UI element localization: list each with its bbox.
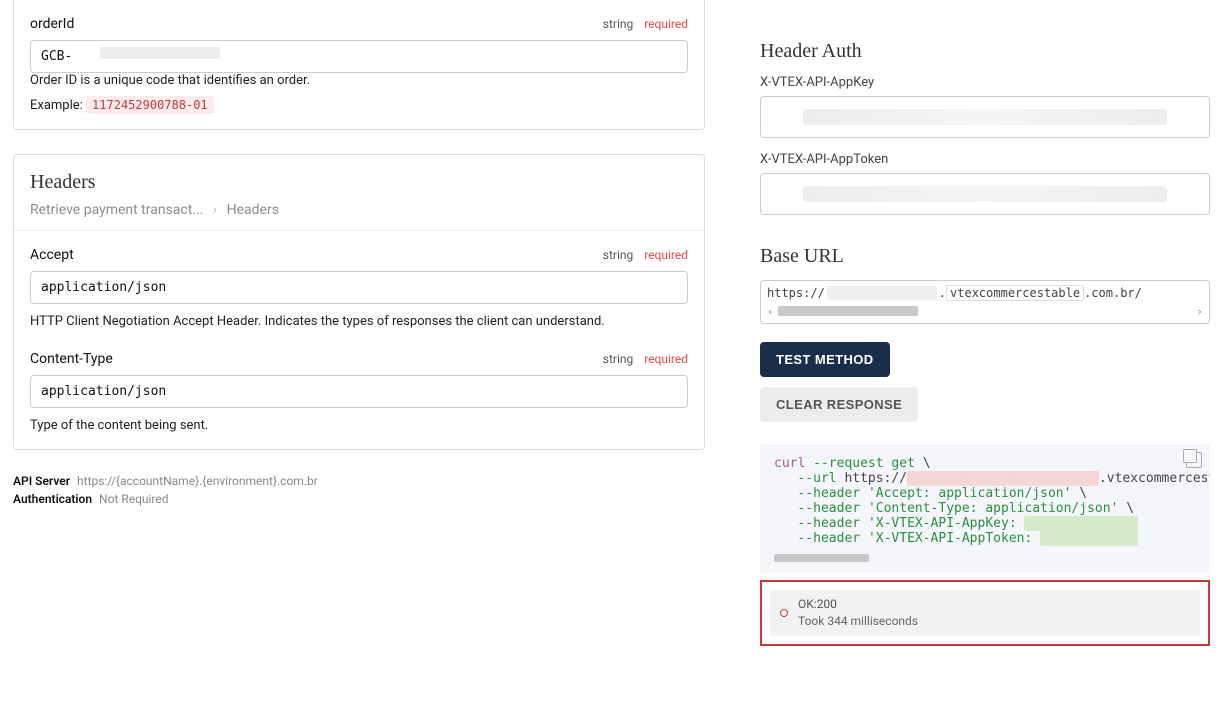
curl-apptoken-redacted: xxxxxxxxxxxx [1040, 531, 1138, 546]
curl-code-block: curl --request get \ --url https://xxxxx… [760, 444, 1210, 574]
api-server-label: API Server [13, 474, 70, 488]
url-account-redacted [827, 286, 937, 300]
param-meta: string required [603, 17, 688, 31]
accept-description: HTTP Client Negotiation Accept Header. I… [30, 314, 688, 329]
example-code: 1172452900788-01 [86, 96, 214, 114]
test-method-button[interactable]: TEST METHOD [760, 342, 890, 377]
example-label: Example: [30, 98, 83, 113]
curl-h-apptoken: 'X-VTEX-API-AppToken: [868, 531, 1032, 546]
auth-label: Authentication [13, 492, 92, 506]
breadcrumb-parent[interactable]: Retrieve payment transact... [30, 202, 203, 218]
curl-h-ctype: 'Content-Type: application/json' [868, 501, 1118, 516]
contenttype-input[interactable] [30, 375, 688, 408]
curl-flag-h1: --header [797, 486, 860, 501]
base-url-box[interactable]: https:// . vtexcommercestable .com.br/ ‹… [760, 280, 1210, 324]
curl-flag-request: --request [813, 456, 883, 471]
redacted-value [100, 47, 220, 59]
curl-url-prefix: https:// [844, 471, 907, 486]
url-env: vtexcommercestable [946, 285, 1084, 301]
curl-url-redacted: xxxxxxxxxxxxxxxxxxxxxxxx [907, 471, 1099, 486]
appkey-input[interactable] [760, 96, 1210, 138]
auth-value: Not Required [99, 492, 169, 506]
scroll-left-icon[interactable]: ‹ [767, 305, 774, 318]
breadcrumb-separator: › [213, 202, 217, 218]
curl-h-appkey: 'X-VTEX-API-AppKey: [868, 516, 1017, 531]
url-tld: .com.br/ [1084, 286, 1142, 300]
curl-flag-h3: --header [797, 516, 860, 531]
apptoken-input[interactable] [760, 173, 1210, 215]
header-auth-section: Header Auth X-VTEX-API-AppKey X-VTEX-API… [760, 0, 1210, 245]
url-scheme: https:// [767, 286, 825, 300]
scroll-thumb[interactable] [778, 306, 918, 316]
headers-title: Headers [30, 171, 688, 194]
response-status: OK:200 [798, 596, 918, 613]
response-highlight-box: OK:200 Took 344 milliseconds [760, 580, 1210, 646]
breadcrumb-current: Headers [227, 202, 279, 218]
response-row: OK:200 Took 344 milliseconds [770, 590, 1200, 636]
param-name: orderId [30, 16, 74, 32]
status-dot-icon [780, 609, 788, 617]
accept-required: required [644, 248, 688, 262]
auth-line: Authentication Not Required [13, 492, 705, 506]
contenttype-required: required [644, 352, 688, 366]
code-scroll-thumb[interactable] [774, 554, 869, 562]
base-url-title: Base URL [760, 245, 1210, 268]
accept-type: string [603, 248, 633, 262]
param-required-badge: required [644, 17, 688, 31]
scroll-right-icon[interactable]: › [1196, 305, 1203, 318]
accept-meta: string required [603, 248, 688, 262]
curl-h-accept: 'Accept: application/json' [868, 486, 1072, 501]
curl-flag-h4: --header [797, 531, 860, 546]
curl-cmd: curl [774, 456, 805, 471]
url-dot: . [939, 286, 946, 300]
param-description: Order ID is a unique code that identifie… [30, 73, 688, 88]
redacted-appkey [803, 109, 1167, 125]
api-server-line: API Server https://{accountName}.{enviro… [13, 474, 705, 488]
apptoken-label: X-VTEX-API-AppToken [760, 152, 1210, 167]
curl-flag-url: --url [797, 471, 836, 486]
curl-method: get [891, 456, 914, 471]
accept-name: Accept [30, 247, 74, 263]
curl-appkey-redacted: xxxxxxxxxxxxxx [1024, 516, 1138, 531]
curl-url-suffix: .vtexcommercesta [1099, 471, 1210, 486]
api-server-value: https://{accountName}.{environment}.com.… [77, 474, 318, 488]
redacted-apptoken [803, 186, 1167, 202]
param-example: Example: 1172452900788-01 [30, 98, 688, 113]
copy-icon[interactable] [1186, 452, 1202, 468]
contenttype-type: string [603, 352, 633, 366]
header-auth-title: Header Auth [760, 40, 1210, 63]
contenttype-meta: string required [603, 352, 688, 366]
curl-flag-h2: --header [797, 501, 860, 516]
breadcrumb: Retrieve payment transact... › Headers [30, 202, 688, 218]
param-orderid-panel: orderId string required Order ID is a un… [13, 0, 705, 130]
clear-response-button[interactable]: CLEAR RESPONSE [760, 387, 918, 422]
url-scrollbar[interactable]: ‹ › [767, 305, 1203, 317]
appkey-label: X-VTEX-API-AppKey [760, 75, 1210, 90]
accept-input[interactable] [30, 271, 688, 304]
headers-panel: Headers Retrieve payment transact... › H… [13, 154, 705, 450]
param-type: string [603, 17, 633, 31]
contenttype-name: Content-Type [30, 351, 113, 367]
contenttype-description: Type of the content being sent. [30, 418, 688, 433]
response-timing: Took 344 milliseconds [798, 613, 918, 630]
